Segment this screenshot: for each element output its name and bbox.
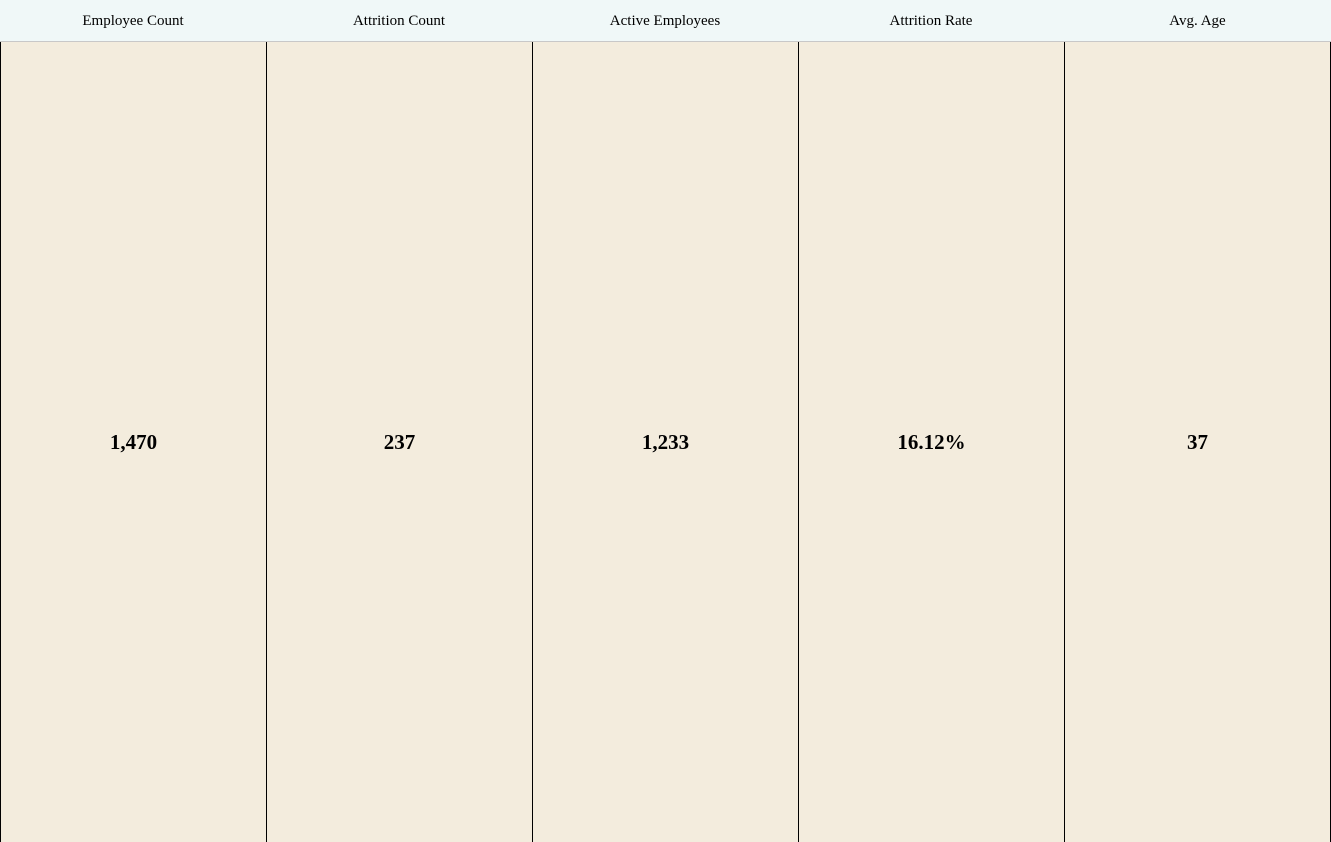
value-avg-age: 37: [1187, 429, 1208, 454]
kpi-header-row: Employee Count Attrition Count Active Em…: [0, 0, 1331, 42]
cell-employee-count: 1,470: [0, 42, 266, 842]
header-avg-age[interactable]: Avg. Age: [1064, 0, 1331, 42]
cell-avg-age: 37: [1064, 42, 1331, 842]
kpi-table: Employee Count Attrition Count Active Em…: [0, 0, 1331, 842]
value-employee-count: 1,470: [109, 429, 158, 454]
header-active-employees[interactable]: Active Employees: [532, 0, 798, 42]
value-attrition-rate: 16.12%: [897, 429, 966, 454]
cell-active-employees: 1,233: [532, 42, 798, 842]
header-employee-count[interactable]: Employee Count: [0, 0, 266, 42]
cell-attrition-rate: 16.12%: [798, 42, 1064, 842]
header-attrition-rate[interactable]: Attrition Rate: [798, 0, 1064, 42]
cell-attrition-count: 237: [266, 42, 532, 842]
value-attrition-count: 237: [383, 429, 416, 454]
header-attrition-count[interactable]: Attrition Count: [266, 0, 532, 42]
value-active-employees: 1,233: [641, 429, 690, 454]
